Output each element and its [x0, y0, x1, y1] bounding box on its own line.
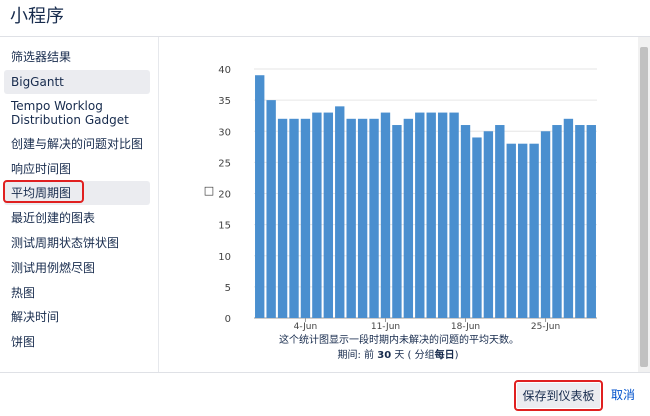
average-age-chart: 0 5 10 15 20 25 30 35 40 □ 4-Jun 11-Jun 18-Jun 25-Jun…	[204, 65, 597, 361]
bar	[323, 112, 334, 318]
sidebar-item-pie-chart[interactable]: 饼图	[4, 335, 150, 349]
bar	[357, 118, 368, 318]
bar	[540, 131, 551, 318]
bar	[437, 112, 448, 318]
x-tick-label: 4-Jun	[294, 322, 318, 332]
selection-highlight-box	[3, 180, 84, 203]
bar	[380, 112, 391, 318]
bar	[449, 112, 459, 318]
dialog-header: 小程序	[0, 0, 650, 37]
bar	[346, 118, 356, 318]
y-tick-label: 5	[225, 283, 231, 294]
sidebar-item-tempo-worklog[interactable]: Tempo Worklog Distribution Gadget	[4, 99, 150, 129]
y-tick-label: 25	[218, 158, 231, 169]
x-tick-label: 25-Jun	[531, 322, 560, 332]
sidebar-item-created-vs-resolved[interactable]: 创建与解决的问题对比图	[4, 137, 150, 151]
bar	[529, 143, 539, 318]
sidebar-item-test-cycle-pie[interactable]: 测试周期状态饼状图	[4, 236, 150, 250]
chart-period: 期间: 前 30 天 ( 分组每日)	[338, 348, 459, 361]
chart-preview-pane: 0 5 10 15 20 25 30 35 40 □ 4-Jun 11-Jun 18-Jun 25-Jun…	[159, 37, 638, 372]
bar	[266, 100, 276, 318]
bar	[506, 143, 516, 318]
bar	[277, 118, 288, 318]
sidebar-item-heatmap[interactable]: 热图	[4, 286, 150, 300]
bar	[517, 143, 528, 318]
bar	[483, 131, 494, 318]
bar	[495, 125, 505, 319]
bar	[472, 137, 482, 318]
sidebar-item-filter-results[interactable]: 筛选器结果	[4, 50, 150, 64]
sidebar-item-test-burndown[interactable]: 测试用例燃尽图	[4, 261, 150, 275]
preview-scrollbar[interactable]	[638, 37, 650, 372]
bar	[312, 112, 322, 318]
bar	[369, 118, 379, 318]
x-tick-label: 18-Jun	[451, 322, 480, 332]
save-button-highlight-box	[514, 380, 603, 411]
cancel-link[interactable]: 取消	[611, 386, 635, 403]
bar	[300, 118, 311, 318]
bar	[335, 106, 345, 318]
sidebar-item-recently-created[interactable]: 最近创建的图表	[4, 211, 150, 225]
scrollbar-thumb[interactable]	[640, 47, 648, 367]
bar	[255, 75, 265, 318]
y-tick-label: 30	[218, 127, 231, 138]
sidebar-item-response-time[interactable]: 响应时间图	[4, 162, 150, 176]
dialog-title: 小程序	[10, 6, 64, 27]
bar	[392, 125, 402, 319]
y-tick-label: 35	[218, 96, 231, 107]
bar	[552, 125, 562, 319]
bar	[289, 118, 299, 318]
bar	[563, 118, 574, 318]
bar	[460, 125, 471, 319]
y-tick-label: 10	[218, 252, 231, 263]
y-tick-label: 40	[218, 65, 231, 76]
sidebar-item-biggantt[interactable]: BigGantt	[4, 70, 150, 94]
gadget-list-sidebar: 筛选器结果 BigGantt Tempo Worklog Distributio…	[0, 37, 159, 372]
y-axis-label: □	[204, 184, 214, 197]
y-tick-label: 0	[225, 314, 231, 325]
bar	[426, 112, 436, 318]
y-tick-label: 20	[218, 190, 231, 201]
sidebar-item-resolution-time[interactable]: 解决时间	[4, 310, 150, 324]
bar	[403, 118, 414, 318]
y-tick-label: 15	[218, 221, 231, 232]
chart-caption: 这个统计图显示一段时期内未解决的问题的平均天数。	[279, 333, 519, 346]
x-tick-label: 11-Jun	[371, 322, 400, 332]
bar	[575, 125, 585, 319]
bar	[415, 112, 425, 318]
bar	[586, 125, 596, 319]
